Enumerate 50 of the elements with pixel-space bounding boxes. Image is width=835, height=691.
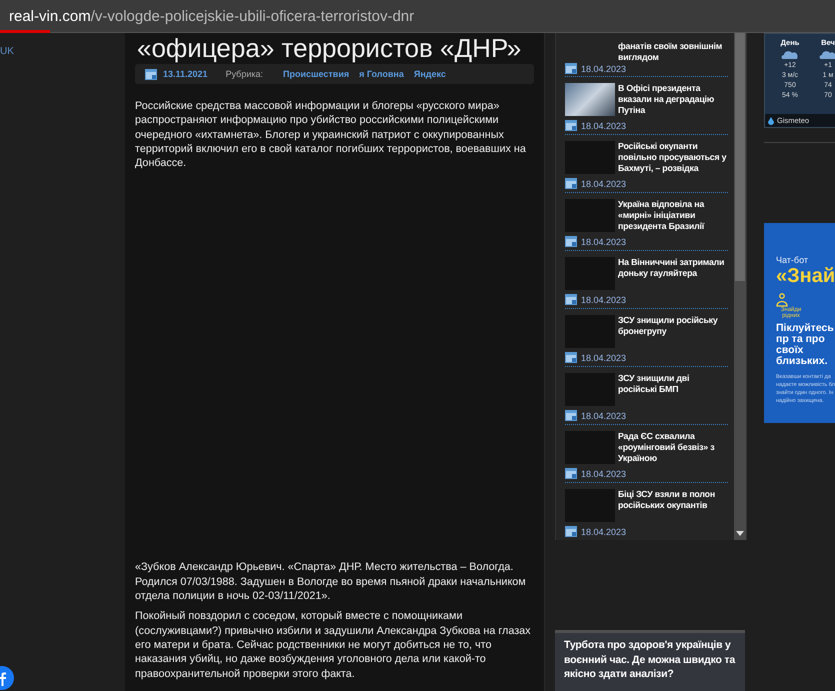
scrollbar[interactable]	[734, 33, 746, 540]
promo-title: Турбота про здоров'я українців у воєнний час. Де можна швидко та якісно здати аналізи?	[564, 638, 736, 682]
calendar-icon	[565, 294, 577, 305]
person-icon	[776, 293, 788, 307]
news-date: 18.04.2023	[581, 468, 626, 478]
ad-title: Піклуйтесь пр та про своїх близьких.	[776, 323, 835, 367]
article-paragraph: «Зубков Александр Юрьевич. «Спарта» ДНР. Место жительства – Вологда. Родился 07/03/1988. Задушен в Вологде во время пьяной драки начальником отдела полиции в ночь 02-03/11/2021».	[135, 560, 527, 604]
article-paragraph: Покойный повздорил с соседом, который вместе с помощниками (сослуживцами?) привычно избили и задушили Александра Зубкова на глазах его матери и брата. Сейчас родственники не могут добиться не то, что наказания убийц, но даже возбуждения уголовного дела или какой-то правоохранительной проверки этого факта.	[135, 609, 532, 681]
calendar-icon	[145, 68, 157, 80]
news-photo	[565, 83, 615, 116]
news-date: 18.04.2023	[581, 410, 626, 420]
calendar-icon	[565, 468, 577, 479]
water-drop-icon	[768, 116, 774, 124]
news-link[interactable]: Рада ЄС схвалила «роумінговий безвіз» з Україною	[618, 431, 728, 464]
news-date: 18.04.2023	[581, 178, 626, 188]
news-link[interactable]: фанатів своїм зовнішнім виглядом	[618, 41, 728, 63]
news-date: 18.04.2023	[581, 352, 626, 362]
calendar-icon	[565, 410, 577, 421]
news-date: 18.04.2023	[581, 526, 626, 536]
article-title: «офицера» террористов «ДНР»	[137, 33, 522, 64]
news-link[interactable]: Російські окупанти повільно просуваються у Бахмуті, – розвідка	[618, 141, 728, 174]
news-link[interactable]: Біці ЗСУ взяли в полон російських окупантів	[618, 489, 728, 522]
article-date: 13.11.2021	[163, 69, 208, 79]
news-link[interactable]: ЗСУ знищили російську бронегрупу	[618, 315, 728, 348]
news-link[interactable]: Україна відповіла на «мирні» ініціативи президента Бразилії	[618, 199, 728, 232]
ad-kicker: Чат-бот	[776, 255, 810, 265]
calendar-icon	[565, 63, 577, 74]
cloud-icon	[781, 50, 799, 59]
news-date: 18.04.2023	[581, 236, 626, 246]
news-date: 18.04.2023	[581, 294, 626, 304]
cloud-icon	[819, 50, 835, 59]
ad-headline: «Знай	[776, 265, 835, 287]
rubric-link[interactable]: я Головна	[359, 69, 404, 79]
news-link[interactable]: В Офісі президента вказали на деградацію Путіна	[618, 83, 728, 116]
news-date: 18.04.2023	[581, 64, 626, 74]
news-date: 18.04.2023	[581, 120, 626, 130]
rubric-link[interactable]: Происшествия	[283, 69, 350, 79]
calendar-icon	[565, 526, 577, 537]
news-link[interactable]: ЗСУ знищили дві російські БМП	[618, 373, 728, 406]
calendar-icon	[565, 352, 577, 363]
rubric-label: Рубрика:	[226, 69, 263, 79]
calendar-icon	[565, 120, 577, 131]
calendar-icon	[565, 236, 577, 247]
language-link[interactable]: UK	[0, 46, 14, 57]
promo-card[interactable]: Турбота про здоров'я українців у воєнний час. Де можна швидко та якісно здати аналізи?	[555, 630, 745, 691]
rubric-link[interactable]: Яндекс	[414, 69, 446, 79]
calendar-icon	[565, 178, 577, 189]
article-intro: Российские средства массовой информации и блогеры «русского мира» распространяют информацию про убийство российскими полицейскими очередного «ихтамнета». Блогер и украинский патриот с оккупированных территорий включил его в свой каталог погибших террористов, воевавших на Донбассе.	[135, 99, 527, 170]
scroll-down-icon[interactable]	[736, 531, 744, 536]
news-link[interactable]: На Вінниччині затримали доньку гауляйтера	[618, 257, 728, 290]
